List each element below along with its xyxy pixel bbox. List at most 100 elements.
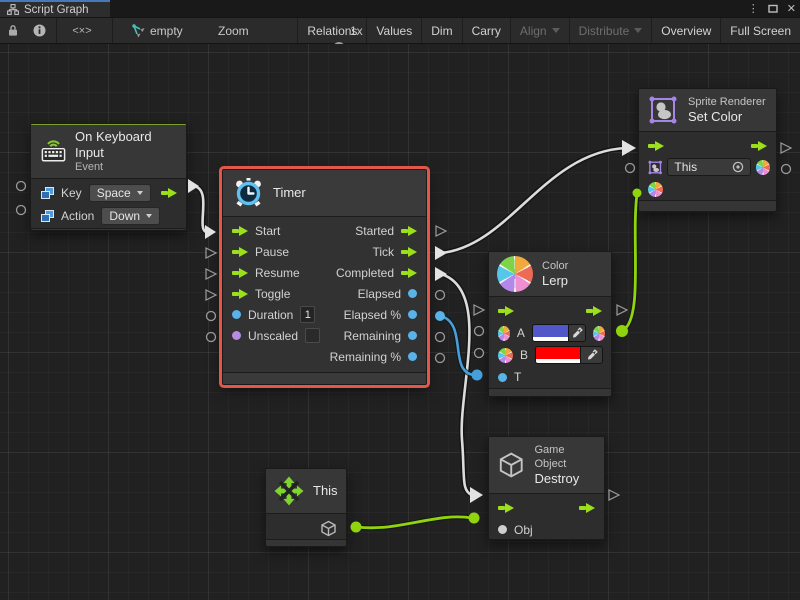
node-title: Lerp bbox=[542, 273, 568, 289]
port-label-b: B bbox=[520, 348, 528, 362]
info-button[interactable] bbox=[27, 18, 51, 43]
chevron-down-icon bbox=[137, 191, 143, 195]
chevron-down-icon bbox=[634, 28, 642, 33]
node-title: Timer bbox=[273, 185, 306, 201]
carry-button[interactable]: Carry bbox=[462, 18, 510, 43]
port-elapsed-pct[interactable]: Elapsed % bbox=[344, 308, 417, 322]
tab-title: Script Graph bbox=[24, 4, 89, 16]
color-in-port-icon[interactable] bbox=[648, 182, 663, 197]
unscaled-checkbox[interactable] bbox=[305, 328, 320, 343]
relations-button[interactable]: Relations bbox=[297, 18, 366, 43]
port-elapsed[interactable]: Elapsed bbox=[358, 287, 417, 301]
target-out-port-icon[interactable] bbox=[756, 160, 770, 175]
info-icon bbox=[33, 24, 46, 37]
node-timer[interactable]: Timer Start Started Pause Tick Resume Co… bbox=[222, 169, 427, 385]
graph-toolbar: <×> empty Zoom 1x Relations Values Dim C… bbox=[0, 17, 800, 44]
result-port-icon[interactable] bbox=[593, 326, 605, 341]
game-object-icon bbox=[497, 450, 525, 480]
graph-name-label: empty bbox=[150, 18, 183, 43]
dim-button[interactable]: Dim bbox=[421, 18, 461, 43]
distribute-button[interactable]: Distribute bbox=[569, 18, 652, 43]
node-footer bbox=[489, 388, 611, 396]
sprite-renderer-port-icon bbox=[648, 160, 662, 175]
color-b-swatch[interactable] bbox=[535, 346, 603, 364]
graph-pointer-icon bbox=[130, 18, 148, 43]
flow-in-port[interactable] bbox=[648, 141, 664, 151]
code-preview-button[interactable]: <×> bbox=[56, 18, 108, 43]
port-duration[interactable]: Duration1 bbox=[232, 306, 315, 323]
object-picker-icon[interactable] bbox=[732, 161, 744, 173]
align-button[interactable]: Align bbox=[510, 18, 569, 43]
flow-out-port[interactable] bbox=[751, 141, 767, 151]
keyboard-icon bbox=[41, 139, 66, 163]
close-icon[interactable]: ✕ bbox=[787, 2, 796, 15]
port-label-obj: Obj bbox=[514, 523, 533, 537]
port-pause[interactable]: Pause bbox=[232, 245, 289, 259]
code-glyph: <×> bbox=[72, 25, 91, 37]
node-footer bbox=[31, 228, 186, 230]
node-footer bbox=[639, 200, 776, 211]
node-footer bbox=[266, 539, 346, 546]
flow-in-port[interactable] bbox=[498, 306, 514, 316]
game-object-out-port-icon[interactable] bbox=[320, 520, 337, 537]
port-label-action: Action bbox=[61, 209, 94, 223]
lock-button[interactable] bbox=[2, 18, 24, 43]
target-field[interactable]: This bbox=[667, 158, 750, 176]
key-dropdown[interactable]: Space bbox=[89, 184, 151, 202]
color-port-icon bbox=[498, 326, 510, 341]
node-category: Game Object bbox=[534, 443, 596, 471]
duration-input[interactable]: 1 bbox=[300, 306, 315, 323]
toolbar-buttons: Relations Values Dim Carry Align Distrib… bbox=[297, 18, 800, 43]
port-start[interactable]: Start bbox=[232, 224, 280, 238]
values-button[interactable]: Values bbox=[366, 18, 421, 43]
graph-icon bbox=[7, 4, 19, 15]
port-completed[interactable]: Completed bbox=[336, 266, 417, 280]
port-resume[interactable]: Resume bbox=[232, 266, 300, 280]
object-port-icon bbox=[40, 209, 54, 223]
node-category: Color bbox=[542, 259, 568, 273]
node-on-keyboard-input[interactable]: On Keyboard Input Event Key Space Action… bbox=[30, 123, 187, 231]
node-title: Set Color bbox=[688, 109, 766, 125]
window-menu-icon[interactable]: ⋮ bbox=[748, 2, 759, 15]
port-unscaled[interactable]: Unscaled bbox=[232, 328, 320, 343]
color-port-icon bbox=[498, 348, 513, 363]
port-remaining-pct[interactable]: Remaining % bbox=[330, 350, 417, 364]
node-subtitle: Event bbox=[75, 161, 176, 174]
node-title: On Keyboard Input bbox=[75, 129, 176, 161]
port-toggle[interactable]: Toggle bbox=[232, 287, 290, 301]
zoom-label: Zoom bbox=[218, 18, 249, 43]
overview-button[interactable]: Overview bbox=[651, 18, 720, 43]
eyedropper-icon[interactable] bbox=[568, 325, 586, 341]
full-screen-button[interactable]: Full Screen bbox=[720, 18, 800, 43]
timer-icon bbox=[233, 178, 264, 208]
node-set-color[interactable]: Sprite Renderer Set Color This bbox=[638, 88, 777, 212]
sprite-renderer-icon bbox=[647, 94, 679, 126]
port-started[interactable]: Started bbox=[355, 224, 417, 238]
node-footer bbox=[489, 541, 604, 542]
port-label-t: T bbox=[514, 370, 521, 384]
port-label-a: A bbox=[517, 326, 525, 340]
node-this[interactable]: This bbox=[265, 468, 347, 547]
color-a-swatch[interactable] bbox=[532, 324, 586, 342]
object-port-icon bbox=[40, 186, 54, 200]
port-tick[interactable]: Tick bbox=[372, 245, 417, 259]
node-title: Destroy bbox=[534, 471, 596, 487]
self-icon bbox=[274, 476, 304, 506]
lock-icon bbox=[7, 24, 19, 37]
node-color-lerp[interactable]: Color Lerp A B bbox=[488, 251, 612, 397]
port-label-key: Key bbox=[61, 186, 82, 200]
obj-port-dot[interactable] bbox=[498, 525, 507, 534]
trigger-out-port[interactable] bbox=[161, 188, 177, 198]
maximize-icon[interactable] bbox=[768, 4, 778, 13]
action-dropdown[interactable]: Down bbox=[101, 207, 160, 225]
eyedropper-icon[interactable] bbox=[580, 347, 602, 363]
node-title: This bbox=[313, 483, 338, 499]
color-wheel-icon bbox=[497, 256, 533, 292]
node-destroy[interactable]: Game Object Destroy Obj bbox=[488, 436, 605, 540]
flow-out-port[interactable] bbox=[586, 306, 602, 316]
flow-out-port[interactable] bbox=[579, 503, 595, 513]
tab-script-graph[interactable]: Script Graph bbox=[0, 0, 110, 17]
node-footer bbox=[223, 372, 426, 384]
flow-in-port[interactable] bbox=[498, 503, 514, 513]
port-remaining[interactable]: Remaining bbox=[344, 329, 417, 343]
